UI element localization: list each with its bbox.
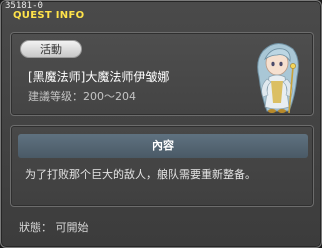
- quest-status: 狀態： 可開始: [19, 221, 89, 234]
- window-title: QUEST INFO: [13, 10, 85, 21]
- quest-info-window: 35181-0 QUEST INFO 活動 [黑魔法师]大魔法师伊皱娜 建議等级…: [0, 0, 322, 248]
- quest-name: [黑魔法师]大魔法师伊皱娜: [28, 70, 170, 84]
- content-header: 內容: [18, 134, 308, 158]
- quest-info-panel: 活動 [黑魔法师]大魔法师伊皱娜 建議等级：200～204: [10, 32, 314, 116]
- category-tag: 活動: [20, 40, 82, 58]
- recommended-level: 建議等级：200～204: [28, 90, 136, 103]
- quest-description: 为了打败那个巨大的敌人，艆队需要重新整备。: [25, 168, 256, 181]
- npc-portrait-icon: [257, 43, 299, 114]
- quest-content-panel: 內容 为了打败那个巨大的敌人，艆队需要重新整备。: [10, 125, 314, 207]
